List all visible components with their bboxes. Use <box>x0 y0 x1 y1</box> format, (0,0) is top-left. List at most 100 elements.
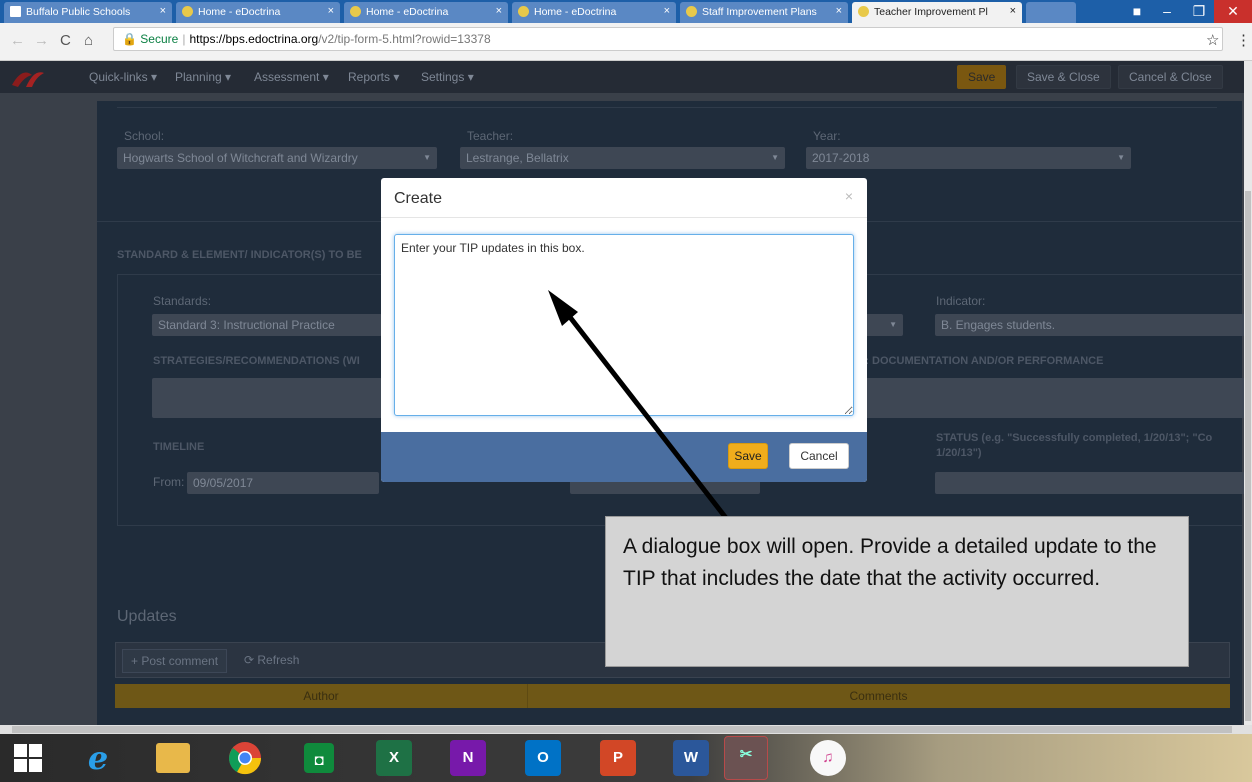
caret-down-icon: ▼ <box>423 153 431 162</box>
caret-down-icon: ▼ <box>771 153 779 162</box>
menu-reports[interactable]: Reports ▾ <box>348 70 399 84</box>
internet-explorer-icon[interactable]: e <box>80 740 116 776</box>
minimize-icon[interactable]: – <box>1150 0 1184 23</box>
standards-select[interactable]: Standard 3: Instructional Practice <box>152 314 382 336</box>
school-select[interactable]: Hogwarts School of Witchcraft and Wizard… <box>117 147 437 169</box>
word-icon[interactable]: W <box>673 740 709 776</box>
dialog-save-button[interactable]: Save <box>728 443 768 469</box>
menu-quick-links[interactable]: Quick-links ▾ <box>89 70 157 84</box>
documentation-field[interactable] <box>858 378 1245 418</box>
vertical-scrollbar[interactable] <box>1244 61 1252 725</box>
tab-close-icon[interactable]: × <box>836 5 842 17</box>
edoctrina-icon <box>350 6 361 17</box>
menu-settings[interactable]: Settings ▾ <box>421 70 474 84</box>
dialog-footer: Save Cancel <box>381 432 867 482</box>
browser-tab[interactable]: Home - eDoctrina × <box>344 2 508 23</box>
teacher-select[interactable]: Lestrange, Bellatrix ▼ <box>460 147 785 169</box>
create-dialog: Create × Enter your TIP updates in this … <box>381 178 867 482</box>
edoctrina-icon <box>686 6 697 17</box>
standards-label: Standards: <box>153 294 212 308</box>
save-button[interactable]: Save <box>957 65 1007 89</box>
secure-label: Secure <box>140 32 179 46</box>
url-input[interactable]: 🔒 Secure | https://bps.edoctrina.org/v2/ti… <box>113 27 1223 51</box>
strategies-field[interactable] <box>152 378 382 418</box>
documentation-heading: E: DOCUMENTATION AND/OR PERFORMANCE <box>858 355 1104 367</box>
status-field[interactable] <box>935 472 1245 494</box>
menu-planning[interactable]: Planning ▾ <box>175 70 231 84</box>
horizontal-scrollbar[interactable] <box>0 725 1252 734</box>
scrollbar-thumb[interactable] <box>12 726 1232 733</box>
author-column: Author <box>303 689 339 703</box>
browser-tab-bar: Buffalo Public Schools × Home - eDoctrina… <box>0 0 1252 23</box>
excel-icon[interactable]: X <box>376 740 412 776</box>
caret-down-icon: ▼ <box>889 320 897 329</box>
forward-icon[interactable]: → <box>34 32 49 49</box>
year-select[interactable]: 2017-2018 ▼ <box>806 147 1131 169</box>
dialog-title: Create <box>394 190 443 207</box>
post-comment-button[interactable]: + Post comment <box>122 649 228 673</box>
lock-icon: 🔒 <box>122 32 137 46</box>
from-date-input[interactable]: 09/05/2017 <box>187 472 379 494</box>
chrome-icon[interactable] <box>227 740 263 776</box>
dialog-cancel-button[interactable]: Cancel <box>789 443 849 469</box>
cancel-close-button[interactable]: Cancel & Close <box>1118 65 1223 89</box>
profile-icon[interactable]: ■ <box>1124 0 1150 23</box>
window-close-icon[interactable]: ✕ <box>1214 0 1252 23</box>
tab-close-icon[interactable]: × <box>160 5 166 17</box>
school-label: School: <box>124 129 165 143</box>
page-icon <box>10 6 21 17</box>
from-label: From: <box>153 475 185 489</box>
powerpoint-icon[interactable]: P <box>600 740 636 776</box>
standard-section-heading: STANDARD & ELEMENT/ INDICATOR(S) TO BE <box>117 249 362 261</box>
restore-icon[interactable]: ❐ <box>1184 0 1214 23</box>
tab-close-icon[interactable]: × <box>328 5 334 17</box>
url-host: https://bps.edoctrina.org <box>189 32 319 46</box>
browser-tab[interactable]: Home - eDoctrina × <box>512 2 676 23</box>
back-icon[interactable]: ← <box>10 32 25 49</box>
tab-close-icon[interactable]: × <box>496 5 502 17</box>
close-icon[interactable]: × <box>845 188 853 204</box>
itunes-icon[interactable]: ♫ <box>810 740 846 776</box>
save-close-button[interactable]: Save & Close <box>1016 65 1111 89</box>
updates-heading: Updates <box>117 608 177 625</box>
address-bar: ← → C ⌂ 🔒 Secure | https://bps.edoctrina.o… <box>0 23 1252 61</box>
browser-tab[interactable]: Home - eDoctrina × <box>176 2 340 23</box>
teacher-label: Teacher: <box>467 129 514 143</box>
scrollbar-thumb[interactable] <box>1245 191 1251 721</box>
file-explorer-icon[interactable] <box>156 743 190 773</box>
home-icon[interactable]: ⌂ <box>84 32 93 49</box>
edoctrina-icon <box>182 6 193 17</box>
windows-start-icon[interactable] <box>8 740 48 776</box>
indicator-select[interactable]: B. Engages students. <box>935 314 1245 336</box>
browser-tab[interactable]: Buffalo Public Schools × <box>4 2 172 23</box>
edoctrina-icon <box>518 6 529 17</box>
new-tab-button[interactable] <box>1026 2 1076 23</box>
app-toolbar: Quick-links ▾ Planning ▾ Assessment ▾ Re… <box>0 61 1244 93</box>
annotation-callout: A dialogue box will open. Provide a deta… <box>605 516 1189 667</box>
menu-assessment[interactable]: Assessment ▾ <box>254 70 329 84</box>
onenote-icon[interactable]: N <box>450 740 486 776</box>
divider <box>117 107 1217 108</box>
outlook-icon[interactable]: O <box>525 740 561 776</box>
tab-close-icon[interactable]: × <box>664 5 670 17</box>
browser-tab-active[interactable]: Teacher Improvement Pl × <box>852 2 1022 23</box>
updates-table-header: Author Comments <box>115 684 1230 708</box>
tab-close-icon[interactable]: × <box>1010 5 1016 17</box>
year-label: Year: <box>813 129 841 143</box>
bookmark-star-icon[interactable]: ☆ <box>1206 31 1219 49</box>
refresh-button[interactable]: ⟳ Refresh <box>244 653 299 667</box>
url-path: /v2/tip-form-5.html?rowid=13378 <box>318 32 491 46</box>
reload-icon[interactable]: C <box>60 32 71 49</box>
timeline-heading: TIMELINE <box>153 441 205 453</box>
comments-column: Comments <box>849 689 908 703</box>
tip-update-textarea[interactable]: Enter your TIP updates in this box. <box>394 234 854 416</box>
caret-down-icon: ▼ <box>1117 153 1125 162</box>
indicator-label: Indicator: <box>936 294 986 308</box>
edoctrina-logo[interactable] <box>8 65 56 89</box>
snipping-tool-icon[interactable]: ✂ <box>724 736 768 780</box>
edoctrina-icon <box>858 6 869 17</box>
callout-text: A dialogue box will open. Provide a deta… <box>623 535 1157 590</box>
browser-tab[interactable]: Staff Improvement Plans × <box>680 2 848 23</box>
store-icon[interactable]: ◘ <box>304 743 334 773</box>
menu-icon[interactable]: ⋮ <box>1236 31 1251 49</box>
